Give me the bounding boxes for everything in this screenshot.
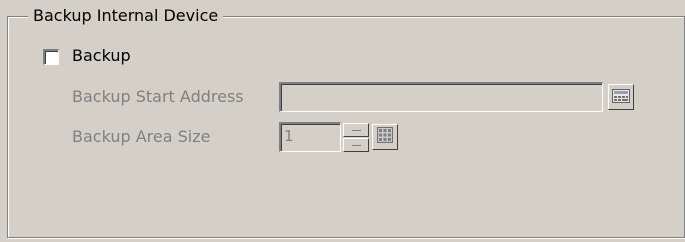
area-size-spinner [343, 123, 369, 152]
spin-down-arrow-icon [351, 143, 361, 148]
backup-area-size-label: Backup Area Size [72, 127, 211, 146]
backup-start-address-label: Backup Start Address [72, 87, 244, 106]
backup-internal-device-panel: Backup Internal Device Backup Backup Sta… [0, 0, 685, 242]
keypad-button[interactable] [372, 124, 398, 150]
address-input-icon [612, 88, 630, 107]
spin-down-button[interactable] [343, 138, 369, 152]
group-title: Backup Internal Device [28, 6, 224, 26]
spin-up-button[interactable] [343, 123, 369, 137]
backup-area-size-input[interactable]: 1 [279, 122, 341, 152]
keypad-icon [377, 127, 393, 147]
spin-up-arrow-icon [351, 128, 361, 133]
backup-start-address-input[interactable] [279, 82, 603, 112]
backup-checkbox[interactable] [43, 49, 59, 65]
address-picker-button[interactable] [608, 84, 634, 110]
backup-checkbox-label[interactable]: Backup [72, 45, 131, 67]
